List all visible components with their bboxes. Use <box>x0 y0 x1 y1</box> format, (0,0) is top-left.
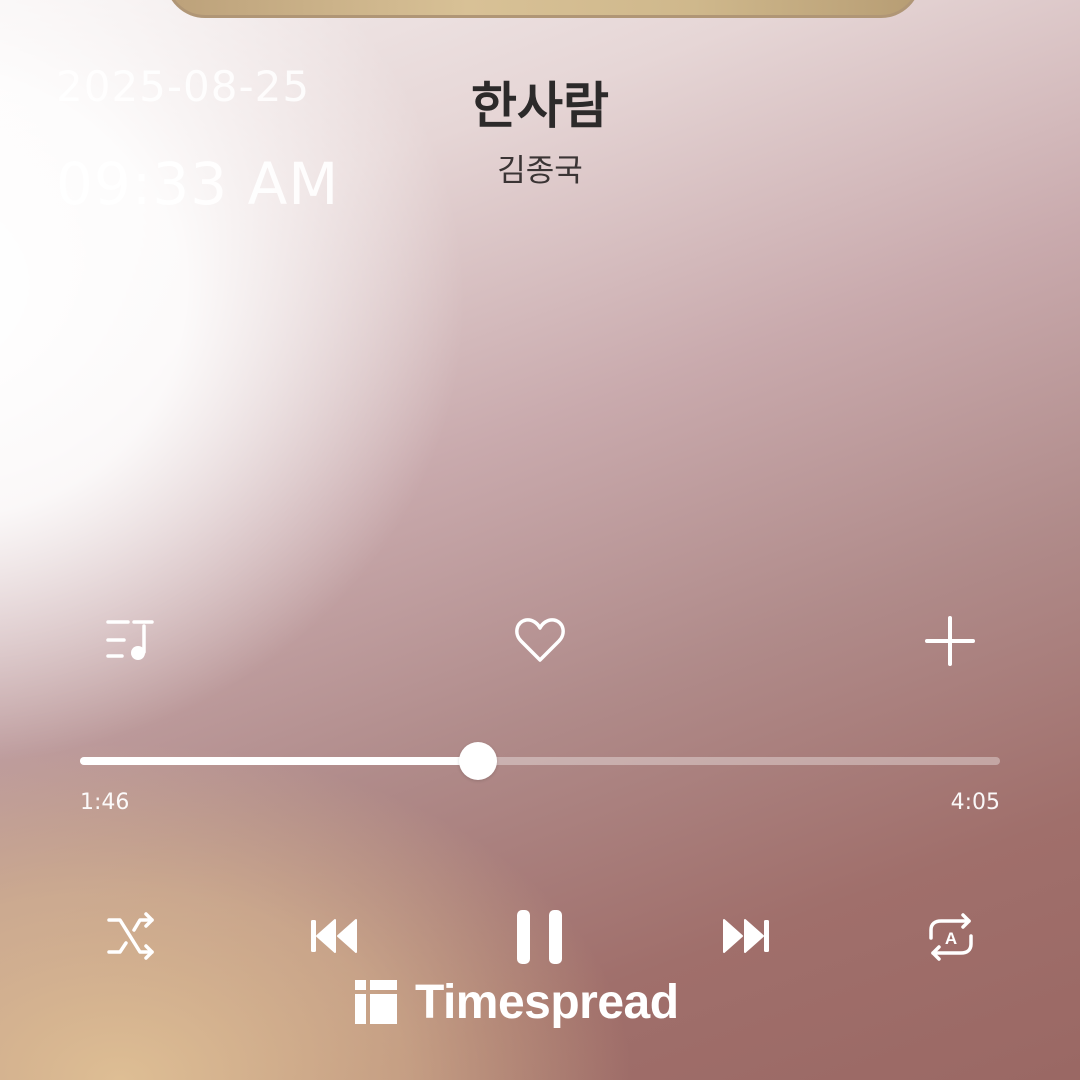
brand-watermark: Timespread <box>355 972 679 1032</box>
song-title: 한사람 <box>471 77 609 135</box>
brand-logo-icon <box>355 980 397 1024</box>
total-time: 4:05 <box>950 790 1000 815</box>
progress-slider[interactable] <box>80 742 1000 780</box>
plus-icon[interactable] <box>925 616 975 666</box>
previous-icon[interactable] <box>309 916 359 956</box>
next-icon[interactable] <box>721 916 771 956</box>
svg-text:A: A <box>945 929 957 948</box>
shuffle-icon[interactable] <box>106 912 156 962</box>
playlist-icon[interactable] <box>104 616 158 664</box>
repeat-icon[interactable]: A <box>925 912 977 962</box>
album-art-edge <box>165 0 921 18</box>
brand-name: Timespread <box>415 975 679 1029</box>
pause-icon[interactable] <box>515 908 565 966</box>
progress-fill <box>80 757 479 765</box>
artist-name[interactable]: 김종국 <box>0 145 1080 190</box>
progress-knob[interactable] <box>459 742 498 780</box>
heart-icon[interactable] <box>513 616 567 664</box>
elapsed-time: 1:46 <box>80 790 130 815</box>
